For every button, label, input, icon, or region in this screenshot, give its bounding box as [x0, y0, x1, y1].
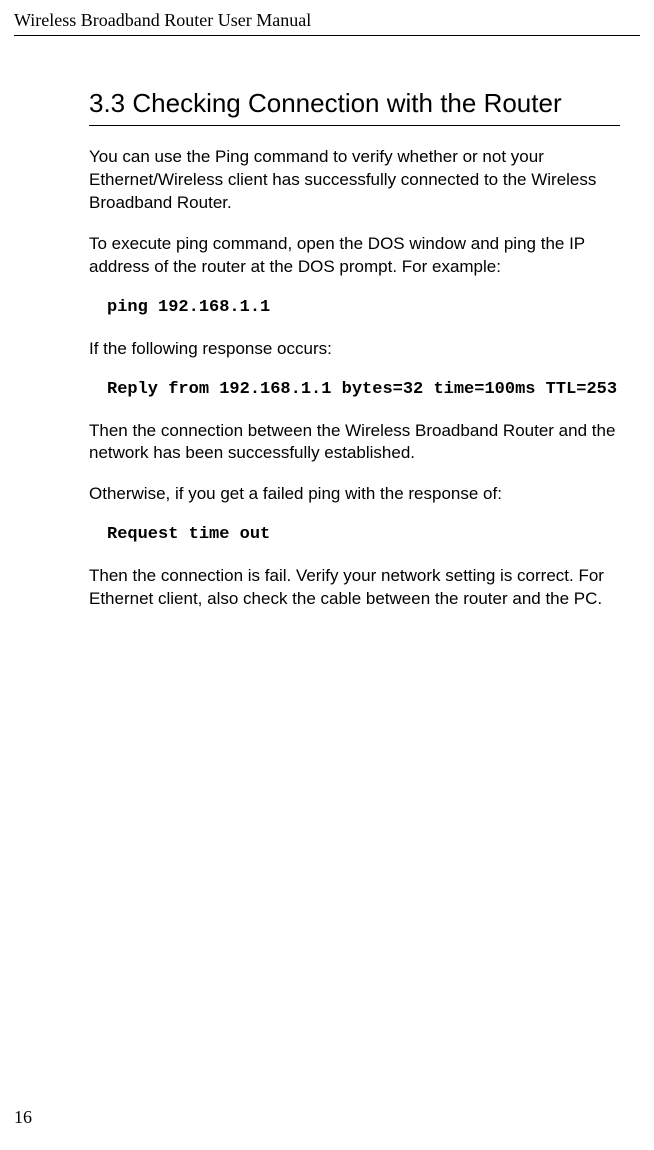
paragraph: If the following response occurs: — [89, 338, 620, 361]
page-content: 3.3 Checking Connection with the Router … — [14, 88, 640, 611]
paragraph: Then the connection is fail. Verify your… — [89, 565, 620, 611]
code-sample: ping 192.168.1.1 — [89, 297, 620, 320]
paragraph: Otherwise, if you get a failed ping with… — [89, 483, 620, 506]
code-sample: Request time out — [89, 524, 620, 547]
section-heading: 3.3 Checking Connection with the Router — [89, 88, 620, 126]
paragraph: To execute ping command, open the DOS wi… — [89, 233, 620, 279]
document-page: Wireless Broadband Router User Manual 3.… — [0, 0, 654, 1150]
paragraph: Then the connection between the Wireless… — [89, 420, 620, 466]
running-header: Wireless Broadband Router User Manual — [14, 0, 640, 36]
code-sample: Reply from 192.168.1.1 bytes=32 time=100… — [89, 379, 620, 402]
paragraph: You can use the Ping command to verify w… — [89, 146, 620, 215]
page-number: 16 — [14, 1107, 32, 1128]
